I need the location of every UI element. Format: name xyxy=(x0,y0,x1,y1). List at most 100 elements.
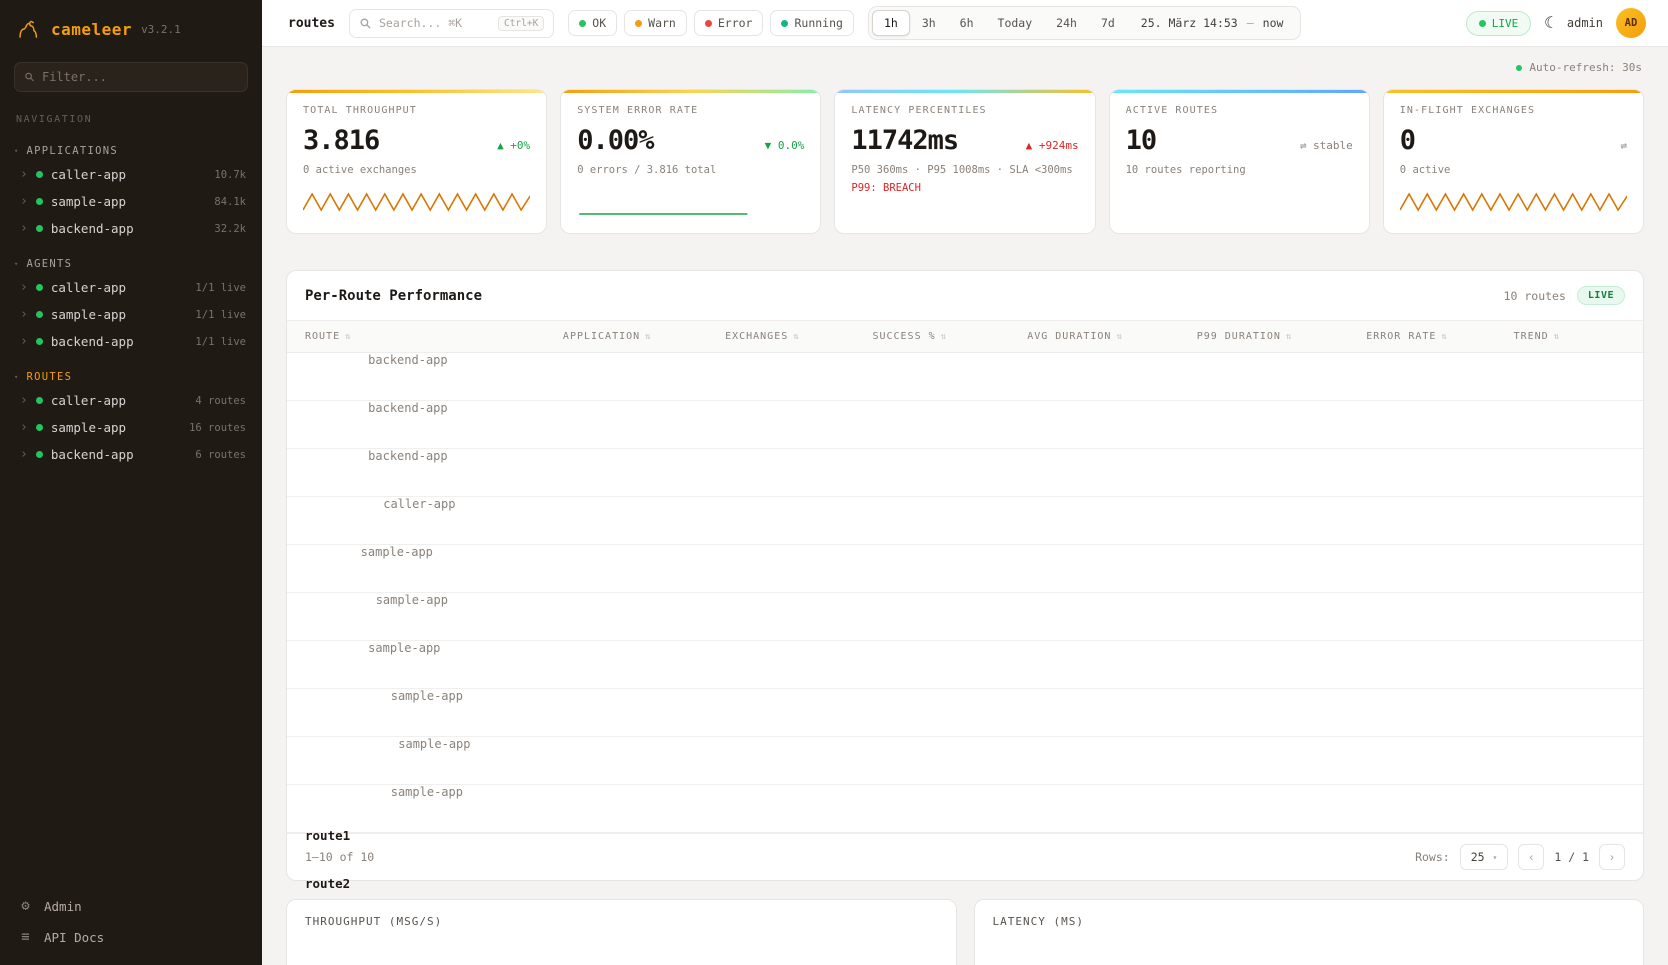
chart-panel: THROUGHPUT (MSG/S) xyxy=(286,899,957,965)
date-from[interactable]: 25. März 14:53 xyxy=(1141,16,1238,30)
status-filter-label: Error xyxy=(718,16,753,30)
sidebar-footer-item[interactable]: ≡ API Docs xyxy=(18,929,244,945)
status-filter-chip[interactable]: Error xyxy=(694,10,764,36)
sidebar-item[interactable]: › backend-app 32.2k xyxy=(0,215,262,242)
column-label: APPLICATION xyxy=(563,331,640,342)
column-header[interactable]: SUCCESS % ⇅ xyxy=(854,321,1009,352)
kpi-delta: ▲ +0% xyxy=(497,139,530,152)
status-filter-chip[interactable]: Warn xyxy=(624,10,687,36)
section-collapse-icon: ▾ xyxy=(14,147,20,155)
time-range-button[interactable]: 6h xyxy=(948,10,986,36)
footer-item-label: API Docs xyxy=(44,930,104,945)
table-row[interactable]: data-gen-orders sample-app 358 100.0% 14… xyxy=(287,641,1643,689)
sidebar-filter-input[interactable] xyxy=(42,70,238,84)
sidebar-footer-item[interactable]: ⚙ Admin xyxy=(18,898,244,914)
search-input[interactable] xyxy=(379,16,491,30)
live-indicator[interactable]: LIVE xyxy=(1466,11,1532,36)
kpi-subtext: P50 360ms · P95 1008ms · SLA <300ms xyxy=(851,163,1078,178)
status-filter-chip[interactable]: Running xyxy=(770,10,853,36)
chevron-down-icon: ▾ xyxy=(1493,853,1498,862)
sidebar-section-items: › caller-app 4 routes › sample-app 16 ro… xyxy=(0,387,262,468)
sidebar-section-header[interactable]: ▾ AGENTS xyxy=(0,254,262,274)
chart-title: LATENCY (MS) xyxy=(975,900,1644,943)
table-row[interactable]: data-gen-nested-split sample-app 199 100… xyxy=(287,593,1643,641)
sidebar-item[interactable]: › caller-app 10.7k xyxy=(0,161,262,188)
page-indicator: 1 / 1 xyxy=(1554,850,1589,864)
camel-logo-icon xyxy=(16,16,42,42)
pagination-range: 1–10 of 10 xyxy=(305,850,374,864)
rows-per-page-select[interactable]: 25 ▾ xyxy=(1460,844,1509,870)
table-row[interactable]: route1 backend-app 448 100.0% 253ms 497m… xyxy=(287,353,1643,401)
cell-route: route2 xyxy=(287,876,350,891)
sidebar-item[interactable]: › sample-app 16 routes xyxy=(0,414,262,441)
sidebar-section-header[interactable]: ▾ APPLICATIONS xyxy=(0,141,262,161)
sidebar-item-badge: 6 routes xyxy=(195,449,246,461)
sort-icon: ⇅ xyxy=(793,332,799,342)
kpi-cards: TOTAL THROUGHPUT 3.816 ▲ +0% 0 active ex… xyxy=(286,89,1644,234)
chevron-right-icon: › xyxy=(20,394,28,407)
sidebar-item[interactable]: › caller-app 1/1 live xyxy=(0,274,262,301)
sidebar-item[interactable]: › backend-app 6 routes xyxy=(0,441,262,468)
column-header[interactable]: ERROR RATE ⇅ xyxy=(1348,321,1495,352)
username: admin xyxy=(1567,16,1603,30)
kpi-label: SYSTEM ERROR RATE xyxy=(577,105,804,116)
sidebar-filter[interactable] xyxy=(14,62,248,92)
navigation-label: NAVIGATION xyxy=(0,96,262,129)
column-header[interactable]: ROUTE ⇅ xyxy=(287,321,545,352)
status-dot-icon xyxy=(705,20,712,27)
column-label: EXCHANGES xyxy=(725,331,788,342)
sidebar-item-badge: 84.1k xyxy=(214,196,246,208)
time-range-button[interactable]: 7d xyxy=(1089,10,1127,36)
column-header[interactable]: APPLICATION ⇅ xyxy=(545,321,707,352)
table-row[interactable]: route2 backend-app 448 100.0% 257ms 500m… xyxy=(287,401,1643,449)
status-dot-icon xyxy=(36,284,43,291)
column-label: P99 DURATION xyxy=(1197,331,1281,342)
kpi-subtext: 0 active xyxy=(1400,163,1627,178)
kpi-card: SYSTEM ERROR RATE 0.00% ▼ 0.0% 0 errors … xyxy=(560,89,821,234)
sort-icon: ⇅ xyxy=(941,332,947,342)
sidebar-item[interactable]: › backend-app 1/1 live xyxy=(0,328,262,355)
table-row[interactable]: timer-heartbeat sample-app 716 100.0% 50… xyxy=(287,785,1643,833)
footer-item-label: Admin xyxy=(44,899,82,914)
panel-title: Per-Route Performance xyxy=(305,288,482,304)
prev-page-button[interactable]: ‹ xyxy=(1518,844,1544,870)
sidebar-item[interactable]: › sample-app 84.1k xyxy=(0,188,262,215)
main: Auto-refresh: 30s TOTAL THROUGHPUT 3.816… xyxy=(262,47,1668,965)
date-range: 25. März 14:53 — now xyxy=(1127,16,1298,30)
kpi-value: 0 xyxy=(1400,125,1415,156)
column-header[interactable]: TREND ⇅ xyxy=(1496,321,1643,352)
dark-mode-toggle[interactable]: ☾ xyxy=(1544,15,1554,31)
table-row[interactable]: product-caller caller-app 448 100.0% 768… xyxy=(287,497,1643,545)
sidebar-item[interactable]: › sample-app 1/1 live xyxy=(0,301,262,328)
global-search[interactable]: Ctrl+K xyxy=(349,9,554,38)
sidebar-item[interactable]: › caller-app 4 routes xyxy=(0,387,262,414)
status-filter-label: OK xyxy=(592,16,606,30)
status-filter-chip[interactable]: OK xyxy=(568,10,617,36)
sort-icon: ⇅ xyxy=(1441,332,1447,342)
column-header[interactable]: AVG DURATION ⇅ xyxy=(1009,321,1179,352)
time-range-button[interactable]: 3h xyxy=(910,10,948,36)
date-separator: — xyxy=(1247,16,1254,30)
time-range-button[interactable]: Today xyxy=(986,10,1045,36)
next-page-button[interactable]: › xyxy=(1599,844,1625,870)
chevron-right-icon: › xyxy=(20,448,28,461)
kpi-label: ACTIVE ROUTES xyxy=(1126,105,1353,116)
avatar[interactable]: AD xyxy=(1616,8,1646,38)
time-range-button[interactable]: 1h xyxy=(872,10,910,36)
sidebar-section: ▾ APPLICATIONS › caller-app 10.7k › xyxy=(0,141,262,242)
sidebar-item-label: caller-app xyxy=(51,167,207,182)
api-docs-icon: ≡ xyxy=(18,929,33,945)
time-range-button[interactable]: 24h xyxy=(1044,10,1089,36)
table-row[interactable]: route3 backend-app 448 100.0% 253ms 498m… xyxy=(287,449,1643,497)
sort-icon: ⇅ xyxy=(1116,332,1122,342)
kpi-subtext: 0 active exchanges xyxy=(303,163,530,178)
sidebar-section-header[interactable]: ▾ ROUTES xyxy=(0,367,262,387)
column-header[interactable]: P99 DURATION ⇅ xyxy=(1179,321,1349,352)
table-row[interactable]: data-gen-files sample-app 256 100.0% 1ms… xyxy=(287,545,1643,593)
date-to[interactable]: now xyxy=(1263,16,1284,30)
column-header[interactable]: EXCHANGES ⇅ xyxy=(707,321,854,352)
table-row[interactable]: file-processing sample-app 256 100.0% 50… xyxy=(287,737,1643,785)
app-root: cameleer v3.2.1 NAVIGATION ▾ APPLICATION… xyxy=(0,0,1668,965)
kpi-value: 11742ms xyxy=(851,125,958,156)
table-row[interactable]: error-handling-test sample-app 239 100.0… xyxy=(287,689,1643,737)
